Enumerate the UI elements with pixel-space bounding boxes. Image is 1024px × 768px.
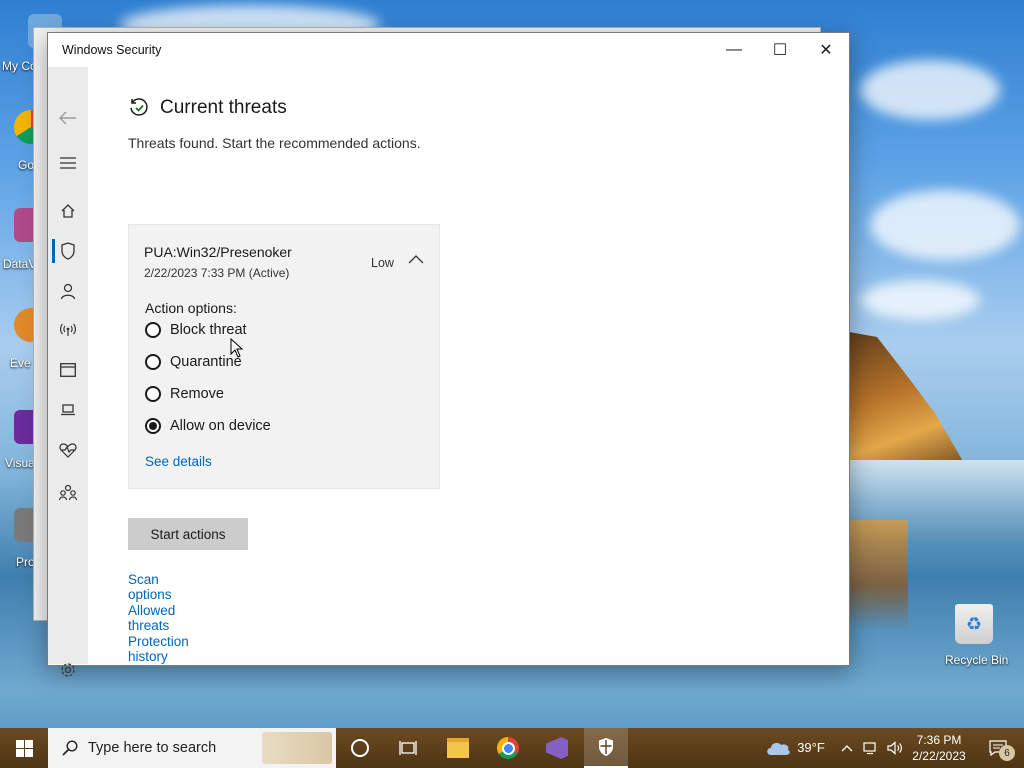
threat-date: 2/22/2023 7:33 PM (Active) — [144, 266, 290, 280]
page-subtitle: Threats found. Start the recommended act… — [128, 135, 421, 151]
desktop-icon-label: Eve — [10, 356, 31, 370]
settings-icon[interactable] — [48, 655, 88, 685]
title-bar[interactable]: Windows Security — ☐ ✕ — [48, 33, 849, 67]
weather-temperature: 39°F — [797, 740, 825, 755]
windows-logo-icon — [15, 739, 33, 757]
start-button[interactable] — [0, 728, 48, 768]
notification-count-badge: 6 — [999, 745, 1015, 761]
task-view-icon[interactable] — [388, 728, 428, 768]
chevron-up-icon[interactable] — [408, 252, 424, 268]
rock-landscape — [838, 330, 968, 470]
notification-center-button[interactable]: 6 — [978, 728, 1018, 768]
volume-icon[interactable] — [884, 728, 906, 768]
cloud — [860, 60, 1000, 120]
radio-label: Block threat — [170, 322, 247, 338]
mouse-cursor-icon — [230, 338, 244, 358]
severity-label: Low — [371, 256, 394, 270]
page-title: Current threats — [160, 97, 287, 118]
cortana-icon[interactable] — [340, 728, 380, 768]
search-placeholder: Type here to search — [88, 740, 217, 756]
windows-security-taskbar-icon[interactable] — [584, 728, 628, 768]
weather-widget[interactable]: 39°F — [760, 728, 830, 768]
taskbar-search-box[interactable]: Type here to search — [48, 728, 336, 768]
device-security-icon[interactable] — [48, 395, 88, 425]
cloud-icon — [767, 742, 790, 755]
radio-block-threat[interactable]: Block threat — [145, 322, 247, 338]
network-icon[interactable] — [48, 315, 88, 345]
chevron-up-icon[interactable] — [838, 728, 856, 768]
home-icon[interactable] — [48, 196, 88, 226]
minimize-button[interactable]: — — [711, 33, 757, 67]
health-icon[interactable] — [48, 435, 88, 465]
radio-allow-on-device[interactable]: Allow on device — [145, 418, 271, 434]
radio-button-selected[interactable] — [145, 418, 161, 434]
start-actions-button[interactable]: Start actions — [128, 518, 248, 550]
rock-reflection — [848, 520, 908, 630]
desktop-icon-label: Recycle Bin — [945, 653, 1009, 667]
search-highlight-illustration — [262, 732, 332, 764]
radio-label: Allow on device — [170, 418, 271, 434]
desktop-icon-label: DataV — [3, 257, 37, 271]
page-header: Current threats — [128, 97, 528, 119]
radio-quarantine[interactable]: Quarantine — [145, 354, 242, 370]
see-details-link[interactable]: See details — [145, 454, 212, 469]
clock[interactable]: 7:36 PM 2/22/2023 — [908, 728, 970, 768]
maximize-button[interactable]: ☐ — [757, 33, 803, 67]
threat-history-icon — [130, 98, 148, 116]
chrome-taskbar-icon[interactable] — [488, 728, 528, 768]
hamburger-menu-icon[interactable] — [48, 148, 88, 178]
search-icon — [62, 740, 78, 756]
back-arrow-icon[interactable] — [48, 103, 88, 133]
clock-date: 2/22/2023 — [912, 749, 966, 763]
taskbar: Type here to search 39°F 7:36 PM 2/22/20… — [0, 728, 1024, 768]
windows-security-window: Windows Security — ☐ ✕ Current threats T… — [47, 32, 850, 677]
radio-button[interactable] — [145, 354, 161, 370]
shield-icon — [599, 738, 613, 756]
radio-label: Remove — [170, 386, 224, 402]
threat-name: PUA:Win32/Presenoker — [144, 244, 292, 260]
scan-options-link[interactable]: Scan options — [128, 572, 172, 602]
clock-time: 7:36 PM — [916, 733, 962, 747]
shield-icon[interactable] — [48, 236, 88, 266]
threat-card: PUA:Win32/Presenoker 2/22/2023 7:33 PM (… — [128, 224, 440, 489]
window-title: Windows Security — [62, 43, 162, 57]
action-options-label: Action options: — [145, 300, 237, 316]
visual-studio-taskbar-icon[interactable] — [537, 728, 577, 768]
network-tray-icon[interactable] — [860, 728, 882, 768]
recycle-bin-icon: ♻ — [955, 604, 993, 644]
allowed-threats-link[interactable]: Allowed threats — [128, 603, 175, 633]
cloud — [870, 190, 1020, 260]
navigation-sidebar — [48, 67, 88, 677]
radio-remove[interactable]: Remove — [145, 386, 224, 402]
protection-history-link[interactable]: Protection history — [128, 634, 189, 664]
desktop-icon-label: My Co — [2, 59, 37, 73]
cloud — [860, 280, 980, 320]
radio-button[interactable] — [145, 386, 161, 402]
account-icon[interactable] — [48, 276, 88, 306]
app-browser-icon[interactable] — [48, 355, 88, 385]
close-button[interactable]: ✕ — [803, 33, 849, 67]
family-icon[interactable] — [48, 477, 88, 507]
radio-button[interactable] — [145, 322, 161, 338]
file-explorer-icon[interactable] — [438, 728, 478, 768]
